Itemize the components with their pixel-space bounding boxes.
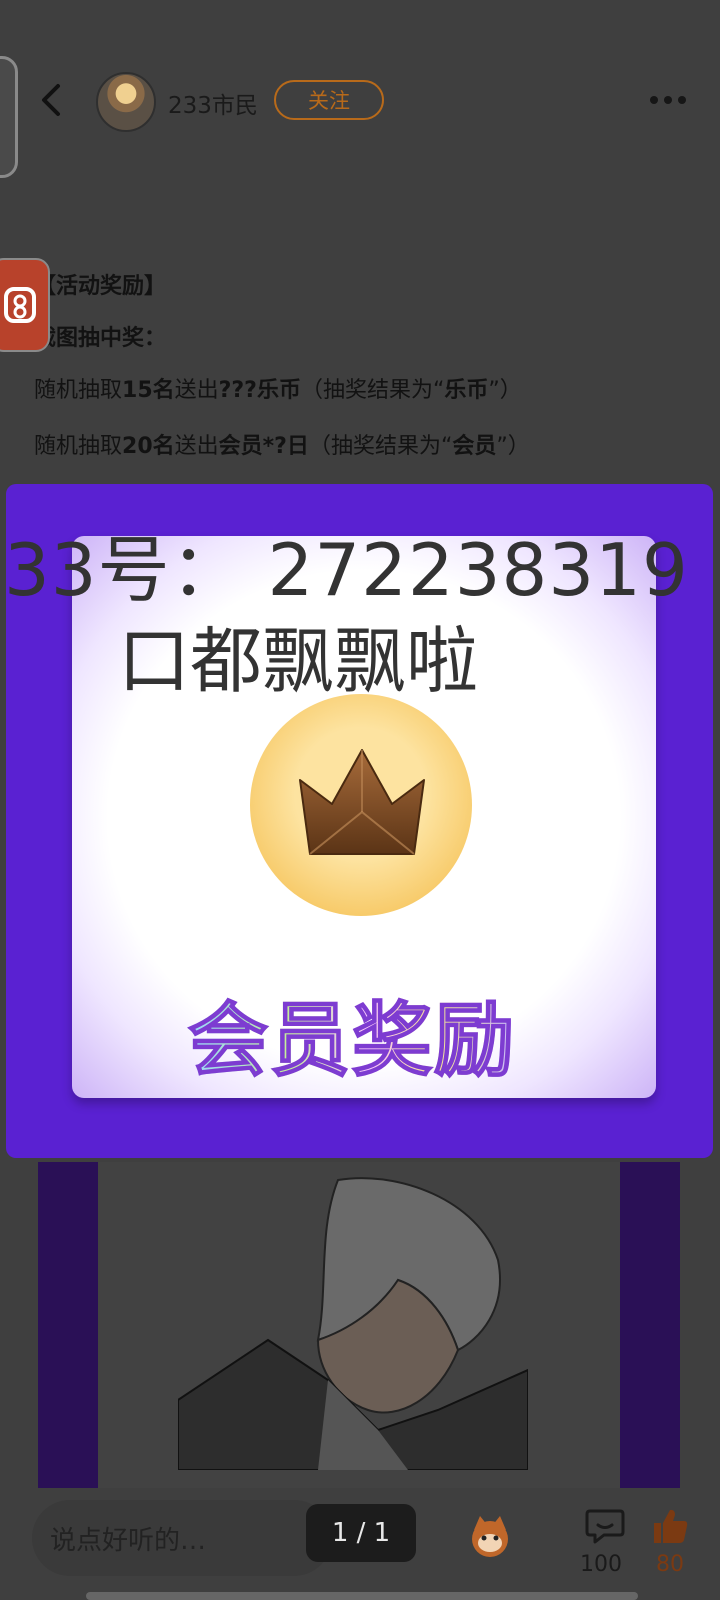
floating-app-badge[interactable] [0, 258, 50, 352]
overlay-text-line-2: 口都飘飘啦 [118, 619, 479, 703]
like-icon[interactable] [650, 1506, 690, 1546]
follow-button[interactable]: 关注 [274, 80, 384, 120]
page-indicator: 1 / 1 [306, 1504, 416, 1562]
overlay-text-line-1: 33号： 272238319 [4, 528, 689, 612]
article-subheading: 截图抽中奖： [34, 326, 167, 351]
username[interactable]: 233市民 [168, 86, 258, 120]
avatar[interactable] [96, 72, 156, 132]
more-icon[interactable] [650, 86, 700, 114]
side-tab[interactable] [0, 56, 18, 178]
article-line-2: 随机抽取20名送出会员*?日（抽奖结果为“会员”） [34, 434, 530, 459]
home-indicator[interactable] [86, 1592, 638, 1600]
mascot-icon[interactable] [466, 1512, 514, 1560]
character-illustration [178, 1177, 528, 1470]
article-line-1: 随机抽取15名送出???乐币（抽奖结果为“乐币”） [34, 378, 522, 403]
character-image[interactable] [38, 1162, 680, 1488]
comment-count: 100 [580, 1552, 622, 1577]
crown-icon [299, 749, 425, 855]
app-logo-icon [4, 287, 36, 323]
back-arrow-icon[interactable] [34, 82, 70, 118]
character-image-frame [98, 1162, 620, 1488]
reward-title: 会员奖励 [187, 976, 516, 1092]
like-count: 80 [656, 1552, 684, 1577]
comment-icon[interactable] [584, 1508, 626, 1546]
comment-input[interactable]: 说点好听的… [32, 1500, 332, 1576]
article-heading: 【活动奖励】 [34, 274, 167, 299]
